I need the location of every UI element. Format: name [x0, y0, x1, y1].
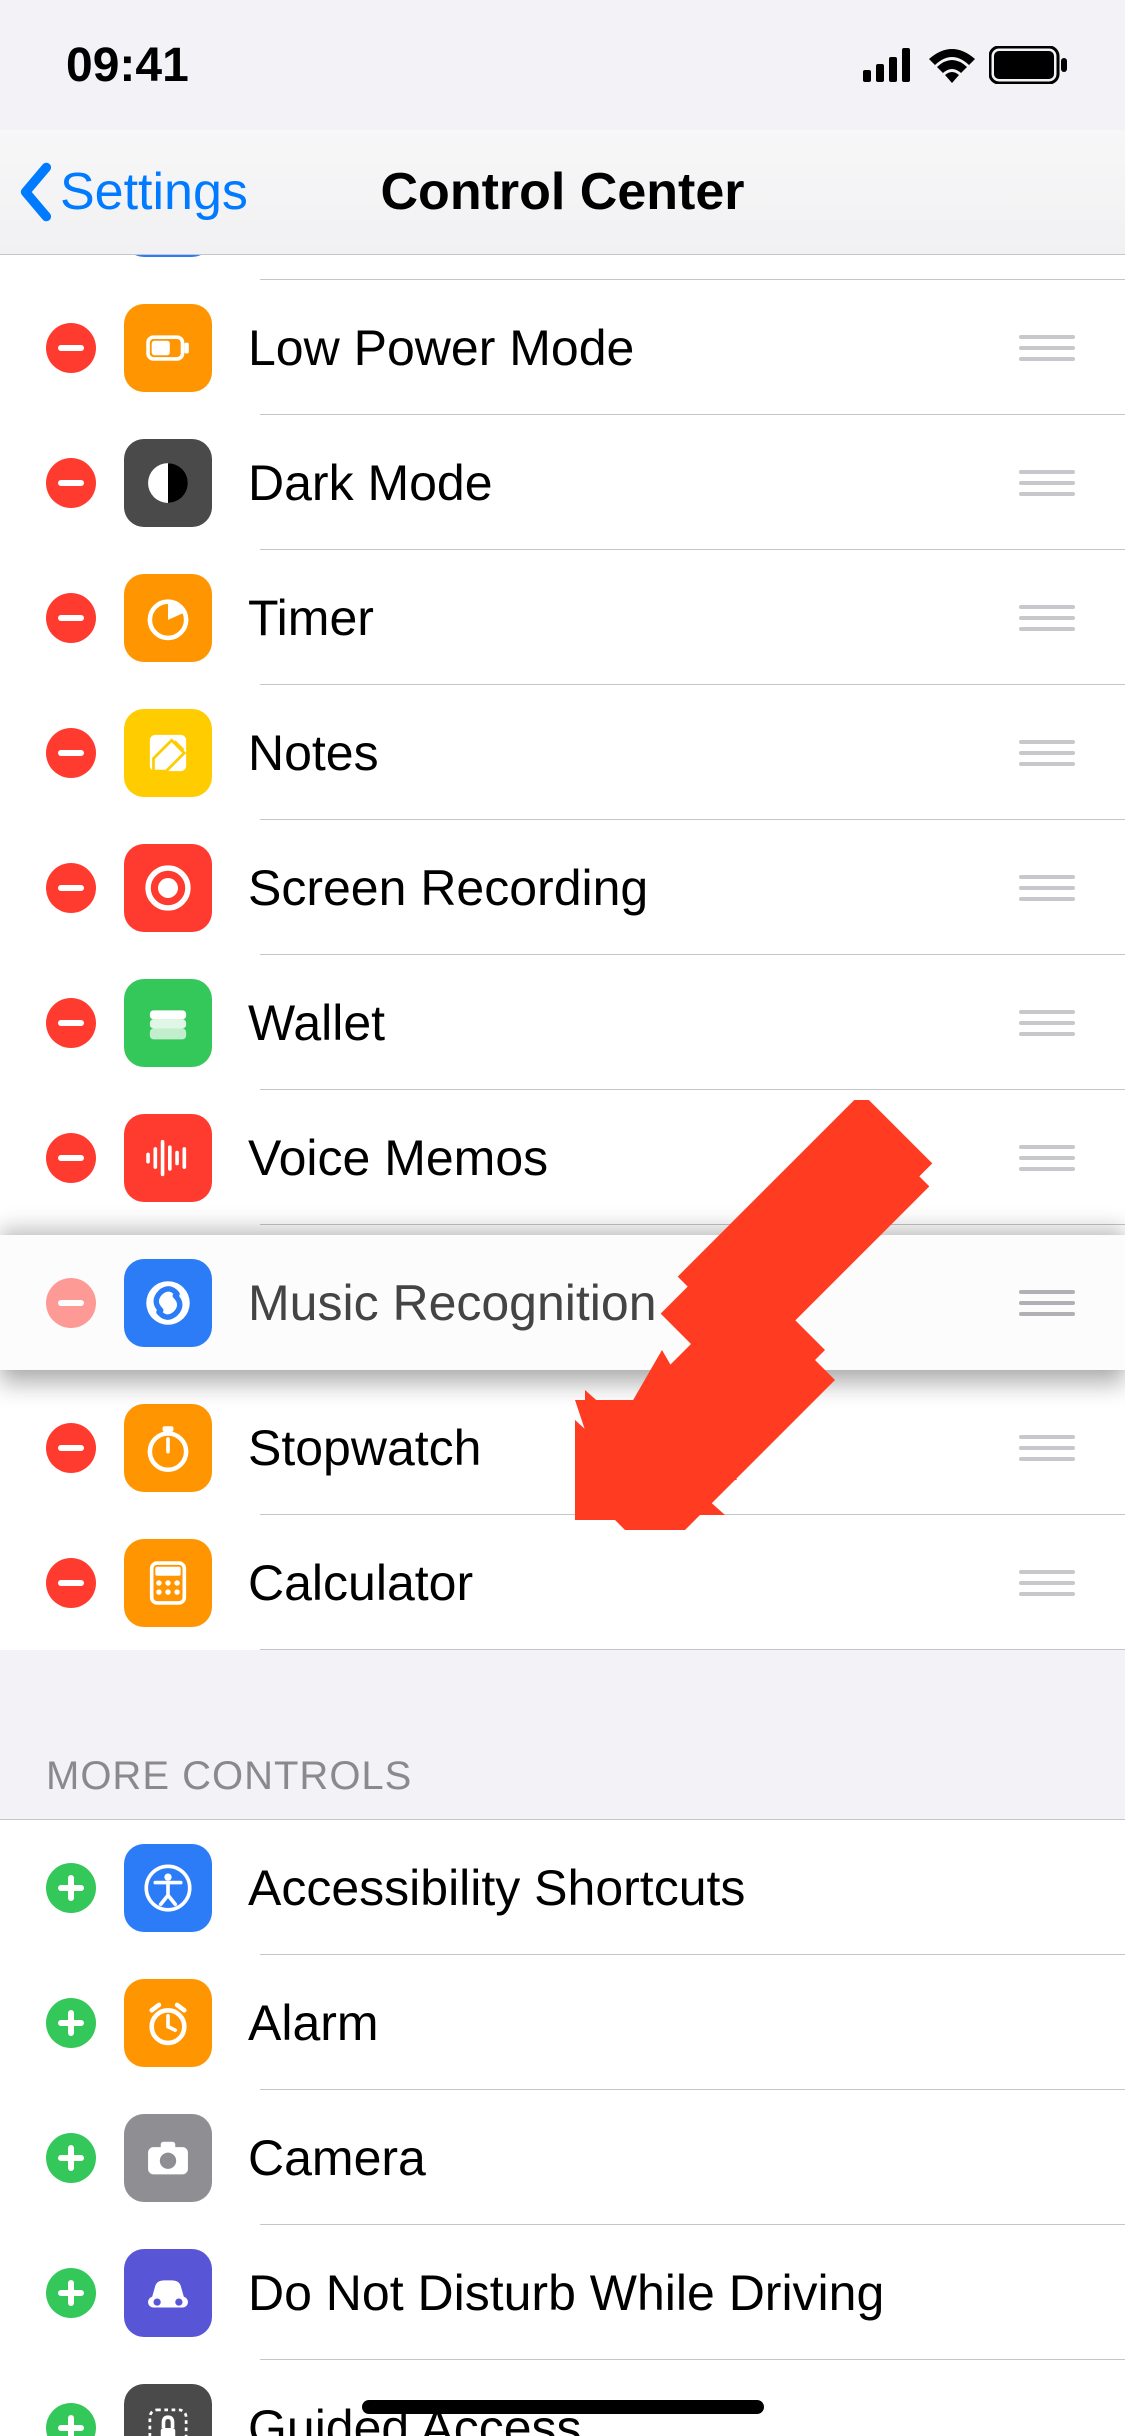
remove-button-wallet[interactable] — [46, 998, 96, 1048]
drag-handle-notes[interactable] — [1019, 740, 1075, 766]
shazam-icon — [124, 1259, 212, 1347]
drag-handle-low-power[interactable] — [1019, 335, 1075, 361]
row-alarm[interactable]: Alarm — [0, 1955, 1125, 2090]
add-button-alarm[interactable] — [46, 1998, 96, 2048]
row-wallet[interactable]: Wallet — [0, 955, 1125, 1090]
row-music-recognition[interactable]: Music Recognition — [0, 1235, 1125, 1370]
row-flashlight[interactable]: Flashlight — [0, 255, 1125, 280]
flashlight-icon — [124, 255, 212, 257]
row-label-calculator: Calculator — [248, 1554, 1019, 1612]
darkmode-icon — [124, 439, 212, 527]
record-icon — [124, 844, 212, 932]
remove-button-notes[interactable] — [46, 728, 96, 778]
row-stopwatch[interactable]: Stopwatch — [0, 1380, 1125, 1515]
alarm-icon — [124, 1979, 212, 2067]
row-label-low-power: Low Power Mode — [248, 319, 1019, 377]
drag-handle-timer[interactable] — [1019, 605, 1075, 631]
waveform-icon — [124, 1114, 212, 1202]
back-label: Settings — [60, 162, 248, 222]
more-controls-list: Accessibility Shortcuts Alarm Camera Do … — [0, 1820, 1125, 2436]
remove-button-timer[interactable] — [46, 593, 96, 643]
row-label-dnd-driving: Do Not Disturb While Driving — [248, 2264, 1125, 2322]
row-accessibility[interactable]: Accessibility Shortcuts — [0, 1820, 1125, 1955]
row-voice-memos[interactable]: Voice Memos — [0, 1090, 1125, 1225]
row-screen-recording[interactable]: Screen Recording — [0, 820, 1125, 955]
row-label-alarm: Alarm — [248, 1994, 1125, 2052]
row-label-camera: Camera — [248, 2129, 1125, 2187]
nav-bar: Settings Control Center — [0, 130, 1125, 255]
drag-handle-voice-memos[interactable] — [1019, 1145, 1075, 1171]
row-dnd-driving[interactable]: Do Not Disturb While Driving — [0, 2225, 1125, 2360]
remove-button-voice-memos[interactable] — [46, 1133, 96, 1183]
status-indicators — [863, 46, 1069, 84]
row-label-voice-memos: Voice Memos — [248, 1129, 1019, 1187]
row-label-wallet: Wallet — [248, 994, 1019, 1052]
row-timer[interactable]: Timer — [0, 550, 1125, 685]
row-dark-mode[interactable]: Dark Mode — [0, 415, 1125, 550]
drag-handle-music-recognition[interactable] — [1019, 1290, 1075, 1316]
more-controls-header: MORE CONTROLS — [0, 1650, 1125, 1820]
add-button-camera[interactable] — [46, 2133, 96, 2183]
cellular-icon — [863, 48, 915, 82]
chevron-left-icon — [18, 162, 52, 222]
add-button-accessibility[interactable] — [46, 1863, 96, 1913]
row-label-music-recognition: Music Recognition — [248, 1274, 1019, 1332]
add-button-guided-access[interactable] — [46, 2403, 96, 2436]
add-button-dnd-driving[interactable] — [46, 2268, 96, 2318]
row-guided-access[interactable]: Guided Access — [0, 2360, 1125, 2436]
wifi-icon — [927, 47, 977, 83]
battery-icon — [124, 304, 212, 392]
notes-icon — [124, 709, 212, 797]
settings-list[interactable]: Flashlight Low Power Mode Dark Mode Time… — [0, 255, 1125, 2436]
row-label-accessibility: Accessibility Shortcuts — [248, 1859, 1125, 1917]
row-label-stopwatch: Stopwatch — [248, 1419, 1019, 1477]
wallet-icon — [124, 979, 212, 1067]
calculator-icon — [124, 1539, 212, 1627]
lock-icon — [124, 2384, 212, 2436]
timer-icon — [124, 574, 212, 662]
stopwatch-icon — [124, 1404, 212, 1492]
row-label-dark-mode: Dark Mode — [248, 454, 1019, 512]
included-controls-list: Flashlight Low Power Mode Dark Mode Time… — [0, 255, 1125, 1650]
battery-icon — [989, 46, 1069, 84]
remove-button-dark-mode[interactable] — [46, 458, 96, 508]
home-indicator[interactable] — [362, 2400, 764, 2414]
car-icon — [124, 2249, 212, 2337]
accessibility-icon — [124, 1844, 212, 1932]
remove-button-low-power[interactable] — [46, 323, 96, 373]
drag-handle-stopwatch[interactable] — [1019, 1435, 1075, 1461]
remove-button-screen-recording[interactable] — [46, 863, 96, 913]
page-title: Control Center — [381, 162, 745, 222]
drag-handle-dark-mode[interactable] — [1019, 470, 1075, 496]
remove-button-stopwatch[interactable] — [46, 1423, 96, 1473]
row-label-screen-recording: Screen Recording — [248, 859, 1019, 917]
remove-button-calculator[interactable] — [46, 1558, 96, 1608]
row-low-power[interactable]: Low Power Mode — [0, 280, 1125, 415]
back-button[interactable]: Settings — [0, 162, 248, 222]
drag-handle-screen-recording[interactable] — [1019, 875, 1075, 901]
status-time: 09:41 — [66, 38, 189, 93]
status-bar: 09:41 — [0, 0, 1125, 130]
row-label-timer: Timer — [248, 589, 1019, 647]
row-label-notes: Notes — [248, 724, 1019, 782]
drag-handle-wallet[interactable] — [1019, 1010, 1075, 1036]
remove-button-music-recognition[interactable] — [46, 1278, 96, 1328]
row-notes[interactable]: Notes — [0, 685, 1125, 820]
row-camera[interactable]: Camera — [0, 2090, 1125, 2225]
drag-handle-calculator[interactable] — [1019, 1570, 1075, 1596]
camera-icon — [124, 2114, 212, 2202]
row-calculator[interactable]: Calculator — [0, 1515, 1125, 1650]
